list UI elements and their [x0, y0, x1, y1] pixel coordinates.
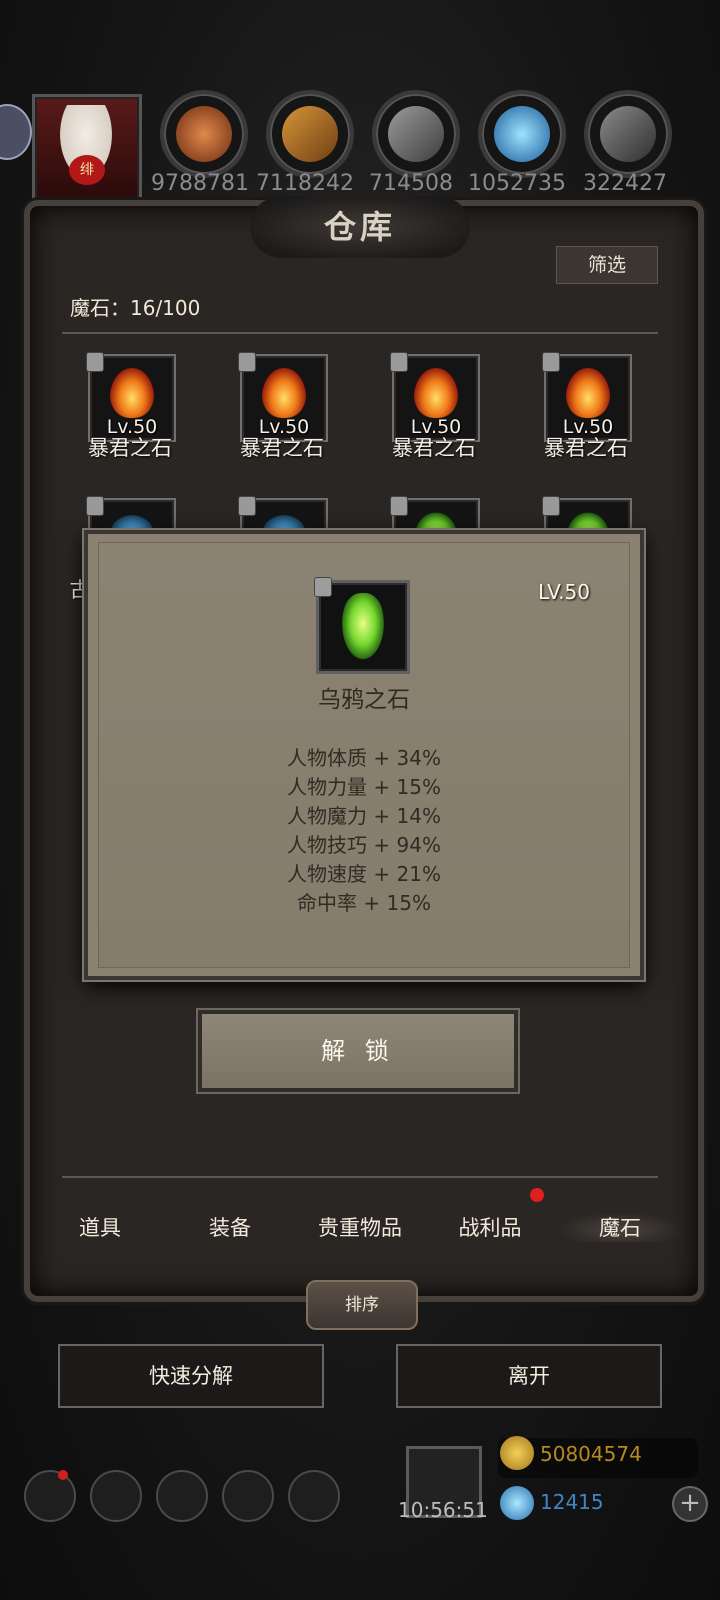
lock-icon — [542, 352, 560, 372]
tab-items[interactable]: 道具 — [36, 1212, 164, 1242]
resource-stone-value: 714508 — [369, 171, 453, 196]
resource-crystal-value: 1052735 — [468, 171, 566, 196]
resource-meat-icon[interactable] — [160, 90, 248, 178]
notification-dot — [58, 1470, 68, 1480]
lock-icon — [542, 496, 560, 516]
unlock-button[interactable]: 解 锁 — [198, 1010, 518, 1092]
stat-line: 人物技巧 + 94% — [287, 833, 441, 857]
fire-stone-icon — [262, 368, 306, 418]
resource-stone-icon[interactable] — [372, 90, 460, 178]
gem-amount: 12415 — [540, 1490, 604, 1514]
item-name: 暴君之石 — [240, 436, 324, 460]
item-detail-popup: LV.50 乌鸦之石 人物体质 + 34% 人物力量 + 15% 人物魔力 + … — [84, 530, 644, 980]
stat-line: 命中率 + 15% — [297, 891, 431, 915]
raven-stone-icon — [314, 577, 410, 674]
resource-wood-value: 7118242 — [256, 171, 354, 196]
stat-line: 人物力量 + 15% — [287, 775, 441, 799]
avatar-badge: 绯 — [69, 155, 105, 185]
magic-stone-count: 魔石：16/100 — [70, 296, 201, 320]
lock-icon — [390, 496, 408, 516]
tab-equipment[interactable]: 装备 — [166, 1212, 294, 1242]
lock-icon — [314, 577, 332, 597]
settings-gear-icon[interactable] — [24, 1470, 76, 1522]
leave-button[interactable]: 离开 — [396, 1344, 662, 1408]
tab-trophies[interactable]: 战利品 — [426, 1212, 554, 1242]
lock-icon — [86, 496, 104, 516]
lock-icon — [390, 352, 408, 372]
lock-icon — [238, 352, 256, 372]
stat-line: 人物魔力 + 14% — [287, 804, 441, 828]
side-menu-button[interactable] — [0, 104, 32, 160]
blue-gem-icon — [500, 1486, 534, 1520]
filter-button[interactable]: 筛选 — [556, 246, 658, 284]
add-currency-icon[interactable]: + — [672, 1486, 708, 1522]
item-name: 暴君之石 — [392, 436, 476, 460]
item-name: 暴君之石 — [544, 436, 628, 460]
sort-button[interactable]: 排序 — [306, 1280, 418, 1330]
grid-item[interactable]: Lv.50 — [238, 352, 328, 442]
shop-icon[interactable] — [288, 1470, 340, 1522]
guild-icon[interactable] — [156, 1470, 208, 1522]
player-avatar[interactable]: 绯 — [32, 94, 142, 204]
resource-wood-icon[interactable] — [266, 90, 354, 178]
warehouse-title: 仓库 — [323, 208, 396, 246]
header-divider — [62, 332, 658, 334]
item-name: 暴君之石 — [88, 436, 172, 460]
popup-item-name: 乌鸦之石 — [318, 687, 410, 713]
resource-iron-icon[interactable] — [584, 90, 672, 178]
tab-valuables[interactable]: 贵重物品 — [296, 1212, 424, 1242]
popup-level: LV.50 — [538, 580, 590, 604]
resource-crystal-icon[interactable] — [478, 90, 566, 178]
fire-stone-icon — [566, 368, 610, 418]
tabs-divider — [62, 1176, 658, 1178]
lock-icon — [238, 496, 256, 516]
stat-line: 人物体质 + 34% — [287, 746, 441, 770]
stat-line: 人物速度 + 21% — [287, 862, 441, 886]
lock-icon — [86, 352, 104, 372]
grid-item[interactable]: Lv.50 — [390, 352, 480, 442]
gold-coin-icon — [500, 1436, 534, 1470]
resource-meat-value: 9788781 — [151, 171, 249, 196]
notification-dot — [530, 1188, 544, 1202]
clock-timer: 10:56:51 — [398, 1498, 488, 1522]
grid-item[interactable]: Lv.50 — [86, 352, 176, 442]
grid-item[interactable]: Lv.50 — [542, 352, 632, 442]
warehouse-title-plate: 仓库 — [250, 196, 470, 258]
emblem-icon[interactable] — [90, 1470, 142, 1522]
tab-magic-stones[interactable]: 魔石 — [556, 1212, 684, 1242]
quick-decompose-button[interactable]: 快速分解 — [58, 1344, 324, 1408]
green-stone-icon — [341, 593, 385, 661]
fire-stone-icon — [110, 368, 154, 418]
fire-stone-icon — [414, 368, 458, 418]
gold-amount: 50804574 — [540, 1442, 642, 1466]
mail-icon[interactable] — [222, 1470, 274, 1522]
resource-iron-value: 322427 — [583, 171, 667, 196]
